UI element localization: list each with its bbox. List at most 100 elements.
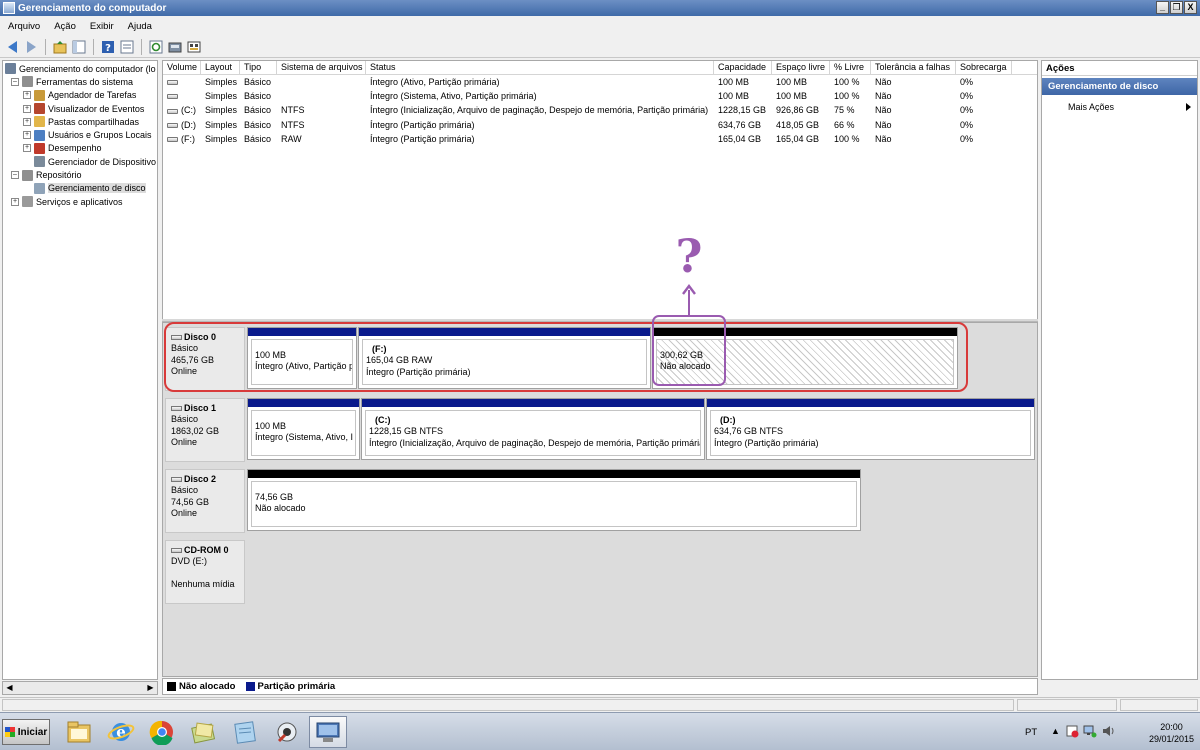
column-header[interactable]: Layout xyxy=(201,61,240,74)
disk-label[interactable]: CD-ROM 0 DVD (E:) Nenhuma mídia xyxy=(165,540,245,604)
drive-icon xyxy=(167,80,178,86)
minimize-button[interactable]: _ xyxy=(1156,1,1169,14)
taskbar-app-tool[interactable] xyxy=(268,716,306,748)
disk-label[interactable]: Disco 1 Básico 1863,02 GB Online xyxy=(165,398,245,462)
window-title-bar[interactable]: Gerenciamento do computador _ ❐ X xyxy=(0,0,1200,16)
more-actions-item[interactable]: Mais Ações xyxy=(1042,99,1197,115)
expand-icon[interactable]: + xyxy=(23,91,31,100)
taskbar-app-internet-explorer[interactable]: e xyxy=(102,716,140,748)
disk-label[interactable]: Disco 2 Básico 74,56 GB Online xyxy=(165,469,245,533)
taskbar-clock[interactable]: 20:00 29/01/2015 xyxy=(1149,721,1194,745)
volume-cell: (F:) xyxy=(163,132,201,146)
column-header[interactable]: % Livre xyxy=(830,61,871,74)
volume-row[interactable]: Simples Básico Íntegro (Sistema, Ativo, Pa… xyxy=(163,89,1037,103)
partition-info: (C:) 1228,15 GB NTFS Íntegro (Inicializaçã… xyxy=(365,410,701,456)
forward-button[interactable] xyxy=(23,39,39,55)
menu-exibir[interactable]: Exibir xyxy=(90,21,114,32)
collapse-icon[interactable]: – xyxy=(11,171,19,180)
actions-section-disk-management[interactable]: Gerenciamento de disco xyxy=(1042,78,1197,95)
partition-color-bar xyxy=(707,399,1034,407)
column-header[interactable]: Espaço livre xyxy=(772,61,830,74)
expand-icon[interactable]: + xyxy=(23,117,31,126)
highlight-unallocated-annotation xyxy=(652,315,726,386)
expand-icon[interactable]: + xyxy=(23,131,31,140)
volume-cell: Íntegro (Ativo, Partição primária) xyxy=(370,77,500,87)
restore-button[interactable]: ❐ xyxy=(1170,1,1183,14)
volume-cell xyxy=(163,89,201,103)
partition-color-bar xyxy=(248,470,860,478)
taskbar-app-computer-management[interactable] xyxy=(309,716,347,748)
tree-item-disk-management[interactable]: Gerenciamento de disco xyxy=(3,182,157,195)
column-header[interactable]: Sobrecarga xyxy=(956,61,1012,74)
show-hide-tree-button[interactable] xyxy=(71,39,87,55)
tree-item-clock[interactable]: + Agendador de Tarefas xyxy=(3,89,157,102)
help-button[interactable]: ? xyxy=(100,39,116,55)
file-explorer-icon xyxy=(67,721,91,743)
taskbar-app-chrome[interactable] xyxy=(143,716,181,748)
expand-icon[interactable]: + xyxy=(23,104,31,113)
tree-item-services[interactable]: + Serviços e aplicativos xyxy=(3,195,157,208)
taskbar-app-folder[interactable] xyxy=(184,716,222,748)
annotation-question-mark: ? xyxy=(675,229,703,283)
primary-partition[interactable]: 100 MB Íntegro (Sistema, Ativo, I xyxy=(247,398,360,460)
volume-cell: (C:) xyxy=(163,103,201,117)
clock-date: 29/01/2015 xyxy=(1148,734,1194,744)
disk-icon xyxy=(171,406,182,412)
volume-cell: Íntegro (Partição primária) xyxy=(370,133,475,144)
tree-item-storage[interactable]: – Repositório xyxy=(3,168,157,181)
primary-partition[interactable]: (C:) 1228,15 GB NTFS Íntegro (Inicializaçã… xyxy=(361,398,705,460)
menu-acao[interactable]: Ação xyxy=(54,21,76,32)
volume-cell: 100 % xyxy=(834,77,860,87)
column-header[interactable]: Status xyxy=(366,61,714,74)
column-header[interactable]: Tolerância a falhas xyxy=(871,61,956,74)
collapse-icon[interactable]: – xyxy=(11,77,19,86)
column-header[interactable]: Tipo xyxy=(240,61,277,74)
network-icon[interactable] xyxy=(1083,724,1097,738)
scroll-left-arrow-icon[interactable]: ◀ xyxy=(3,682,16,694)
partition-info: 100 MB Íntegro (Sistema, Ativo, I xyxy=(251,410,356,456)
column-header[interactable]: Sistema de arquivos xyxy=(277,61,366,74)
taskbar-app-notepad[interactable] xyxy=(226,716,264,748)
tree-item-tools[interactable]: – Ferramentas do sistema xyxy=(3,75,157,88)
tree-item-users[interactable]: + Usuários e Grupos Locais xyxy=(3,128,157,141)
menu-ajuda[interactable]: Ajuda xyxy=(128,21,152,32)
show-hidden-icons-icon[interactable]: ▲ xyxy=(1051,726,1060,736)
up-folder-button[interactable] xyxy=(52,39,68,55)
refresh-button[interactable] xyxy=(148,39,164,55)
expand-icon[interactable]: + xyxy=(23,144,31,153)
tree-item-device-manager[interactable]: Gerenciador de Dispositivo xyxy=(3,155,157,168)
volume-row[interactable]: (C:) Simples Básico NTFS Íntegro (Inicializa… xyxy=(163,103,1037,117)
back-button[interactable] xyxy=(4,39,20,55)
disk-row: Disco 2 Básico 74,56 GB Online 74,56 GB Não a… xyxy=(163,469,1037,533)
tree-item-computer[interactable]: Gerenciamento do computador (lo xyxy=(3,62,157,75)
taskbar-app-file-explorer[interactable] xyxy=(60,716,98,748)
tree-item-performance[interactable]: + Desempenho xyxy=(3,142,157,155)
volume-row[interactable]: (D:) Simples Básico NTFS Íntegro (Partição p… xyxy=(163,118,1037,132)
taskbar: Iniciar e PT ▲ 20:00 29/01/2015 xyxy=(0,712,1200,750)
volume-cell: NTFS xyxy=(281,105,305,116)
action-center-icon[interactable] xyxy=(1065,724,1079,738)
tree-item-event-viewer[interactable]: + Visualizador de Eventos xyxy=(3,102,157,115)
expand-icon[interactable]: + xyxy=(11,197,19,206)
volume-row[interactable]: (F:) Simples Básico RAW Íntegro (Partição pr… xyxy=(163,132,1037,146)
disk-type: Básico xyxy=(171,414,199,425)
volume-cell: 100 MB xyxy=(718,91,750,102)
tree-item-shared-folder[interactable]: + Pastas compartilhadas xyxy=(3,115,157,128)
close-button[interactable]: X xyxy=(1184,1,1197,14)
volume-icon[interactable] xyxy=(1101,724,1115,738)
column-header[interactable]: Volume xyxy=(163,61,201,74)
view-options-button[interactable] xyxy=(119,39,135,55)
start-button[interactable]: Iniciar xyxy=(2,719,50,745)
scroll-right-arrow-icon[interactable]: ▶ xyxy=(144,682,157,694)
disk-tools-button[interactable] xyxy=(186,39,202,55)
column-header[interactable]: Capacidade xyxy=(714,61,772,74)
volume-cell: Íntegro (Sistema, Ativo, Partição primár… xyxy=(370,91,537,102)
language-indicator[interactable]: PT xyxy=(1025,727,1037,738)
primary-partition[interactable]: (D:) 634,76 GB NTFS Íntegro (Partição prim… xyxy=(706,398,1035,460)
menu-arquivo[interactable]: Arquivo xyxy=(8,21,40,32)
tree-horizontal-scrollbar[interactable]: ◀ ▶ xyxy=(2,681,158,695)
properties-button[interactable] xyxy=(167,39,183,55)
unallocated-space[interactable]: 74,56 GB Não alocado xyxy=(247,469,861,531)
svg-text:?: ? xyxy=(105,43,111,54)
volume-row[interactable]: Simples Básico Íntegro (Ativo, Partição pr… xyxy=(163,75,1037,89)
